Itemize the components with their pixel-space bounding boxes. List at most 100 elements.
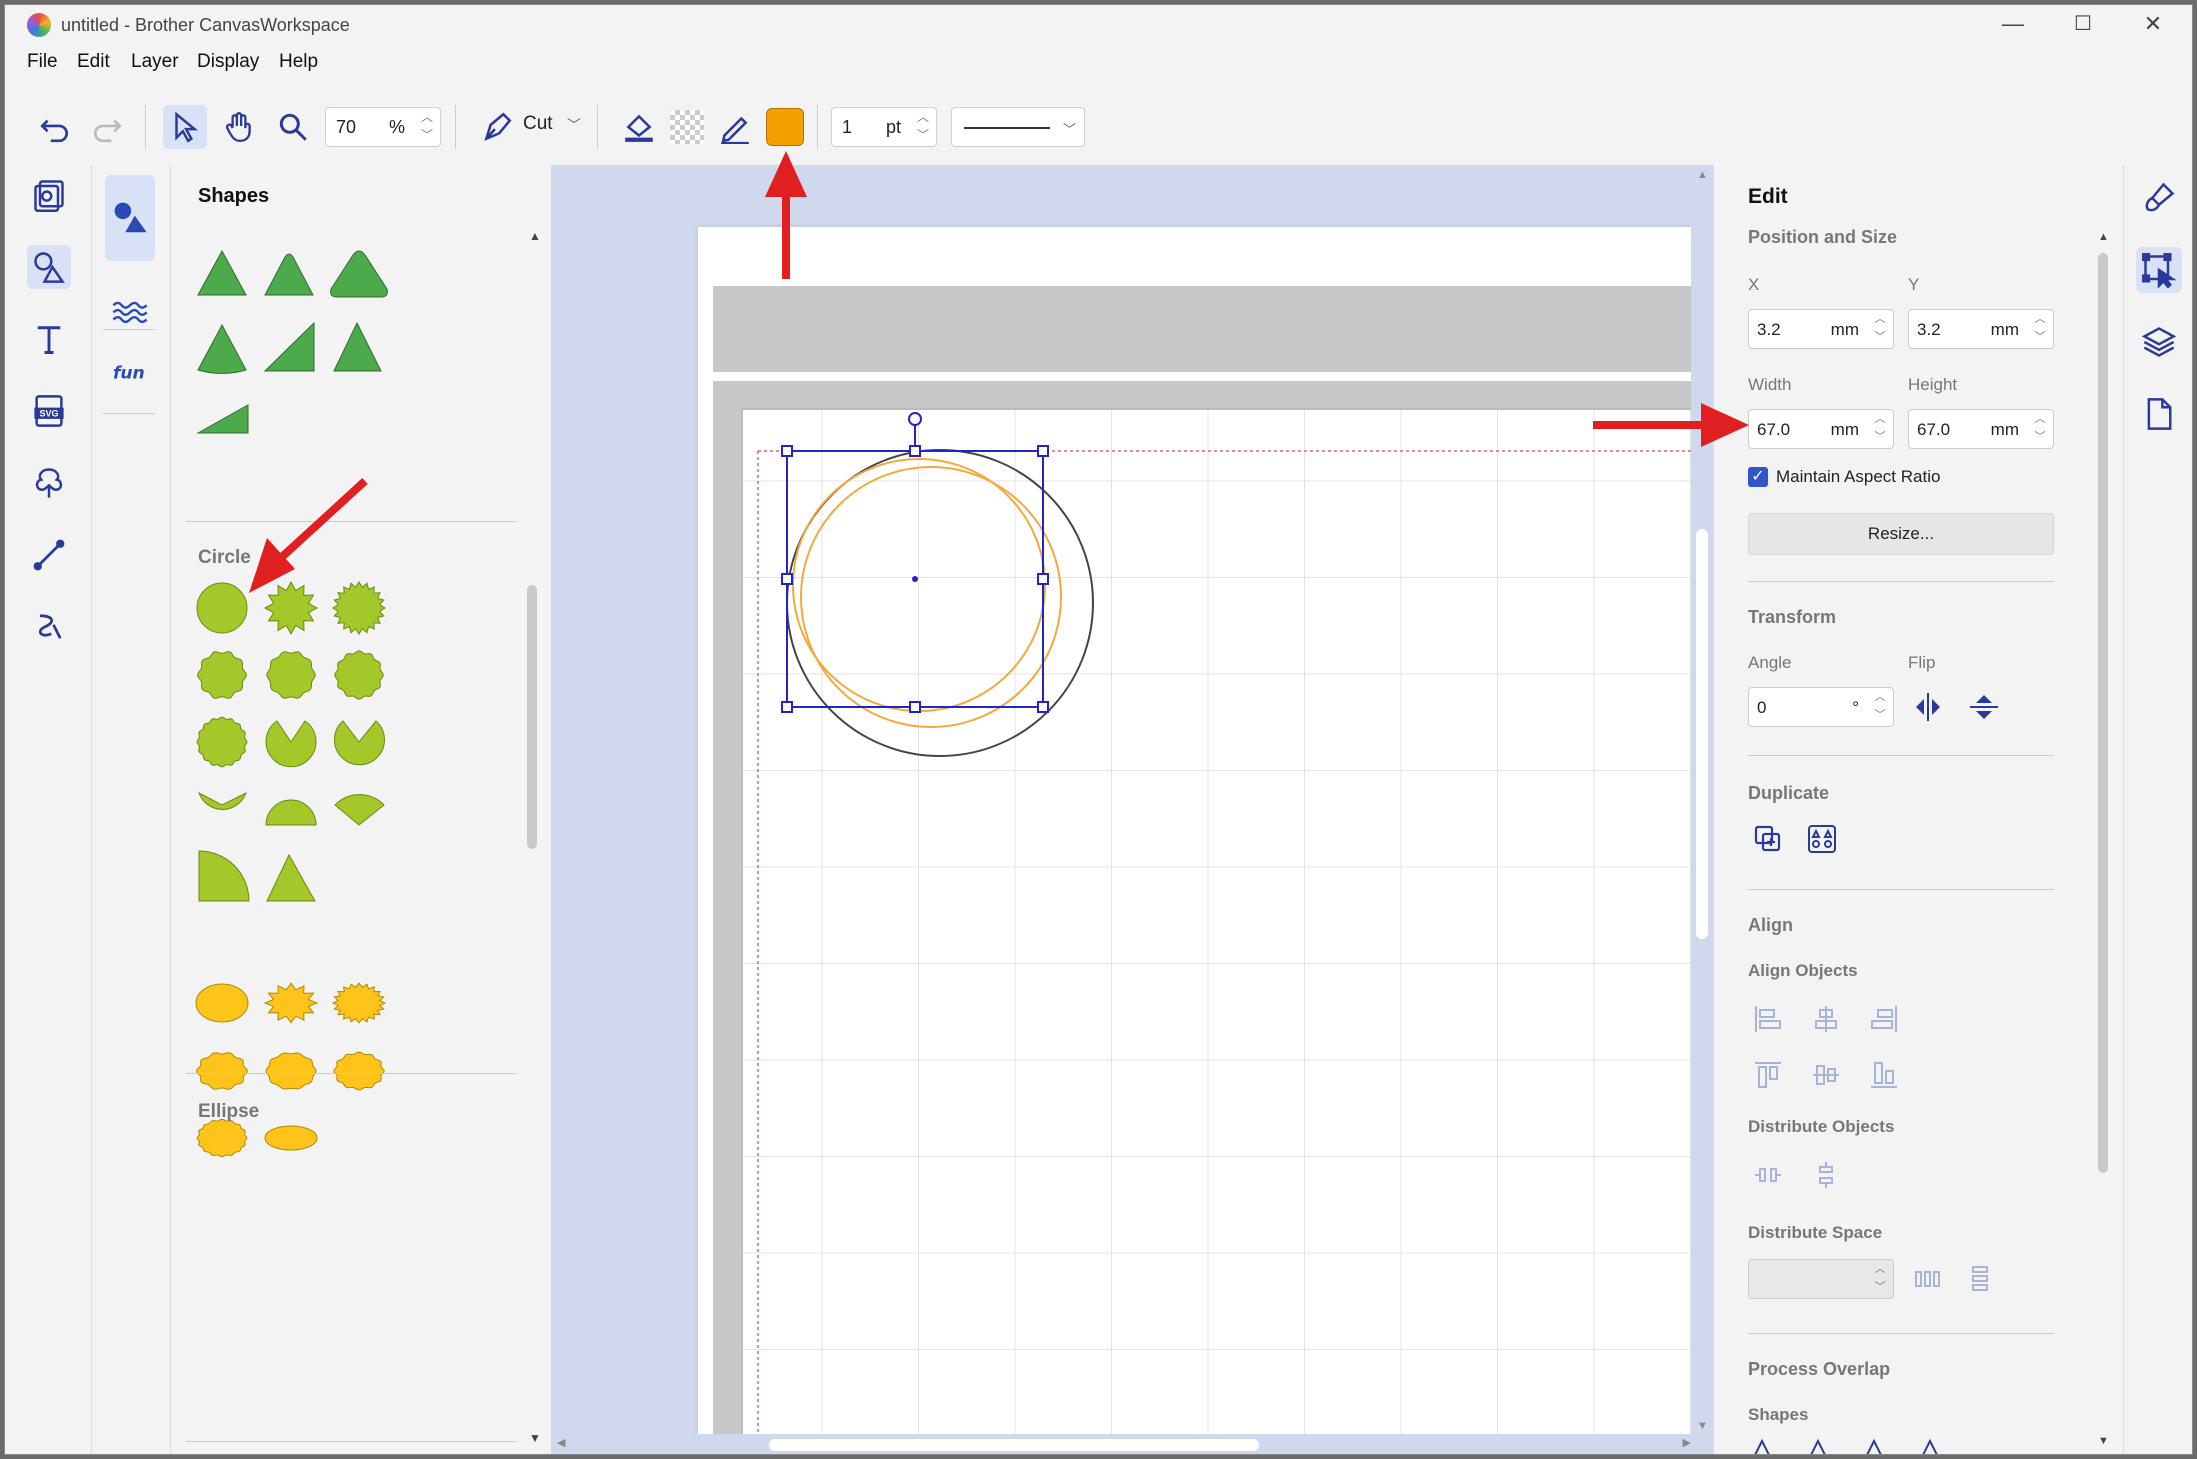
align-bottom-icon[interactable] — [1864, 1055, 1904, 1095]
fine-scallop-ellipse-shape[interactable] — [196, 1118, 248, 1158]
scalloped-ellipse-shape[interactable] — [196, 1052, 248, 1090]
angle-spin-arrows-icon[interactable]: ︿ ﹀ — [1869, 688, 1891, 726]
trace-icon[interactable] — [27, 461, 71, 505]
semicircle-shape[interactable] — [265, 799, 317, 826]
flip-horizontal-icon[interactable] — [1908, 687, 1948, 727]
edit-scroll-down-icon[interactable]: ▼ — [2098, 1435, 2109, 1447]
seal-burst-shape[interactable] — [332, 581, 386, 635]
distribute-space-field[interactable]: ︿ ﹀ — [1748, 1259, 1894, 1299]
minimize-button[interactable]: — — [1983, 9, 2043, 39]
edit-scrollbar-thumb[interactable] — [2098, 253, 2108, 1173]
duplicate-icon[interactable] — [1748, 819, 1788, 859]
ellipse-seal-shape[interactable] — [331, 982, 387, 1024]
line-width-stepper[interactable]: 1 pt ︿ ﹀ — [831, 107, 937, 147]
y-spin-arrows-icon[interactable]: ︿ ﹀ — [2029, 310, 2051, 348]
x-spin-arrows-icon[interactable]: ︿ ﹀ — [1869, 310, 1891, 348]
line-tool-icon[interactable] — [27, 533, 71, 577]
line-width-spin-arrows-icon[interactable]: ︿ ﹀ — [912, 108, 934, 146]
ellipse-shape[interactable] — [195, 983, 249, 1023]
menu-layer[interactable]: Layer — [131, 51, 179, 73]
space-horizontal-icon[interactable] — [1908, 1259, 1948, 1299]
close-button[interactable]: ✕ — [2123, 9, 2183, 39]
distribute-space-spin-arrows-icon[interactable]: ︿ ﹀ — [1869, 1260, 1891, 1298]
hand-tool-icon[interactable] — [217, 105, 261, 149]
cut-pen-icon[interactable] — [475, 105, 519, 149]
templates-icon[interactable] — [27, 173, 71, 217]
paint-brush-icon[interactable] — [2136, 175, 2182, 221]
pacman-2-shape[interactable] — [334, 720, 385, 766]
distribute-horizontal-icon[interactable] — [1748, 1155, 1788, 1195]
flip-vertical-icon[interactable] — [1964, 687, 2004, 727]
edit-object-icon[interactable] — [2136, 247, 2182, 293]
scalloped-circle-shape[interactable] — [197, 651, 247, 699]
quarter-circle-shape[interactable] — [198, 850, 250, 902]
page-settings-icon[interactable] — [2136, 391, 2182, 437]
redo-icon[interactable] — [85, 105, 129, 149]
svg-import-icon[interactable]: SVG — [27, 389, 71, 433]
soft-triangle-shape[interactable] — [330, 250, 388, 298]
align-top-icon[interactable] — [1748, 1055, 1788, 1095]
scalloped-ellipse-3-shape[interactable] — [333, 1051, 385, 1091]
scalloped-ellipse-2-shape[interactable] — [265, 1052, 317, 1090]
width-spin-arrows-icon[interactable]: ︿ ﹀ — [1869, 410, 1891, 448]
v-scroll-thumb[interactable] — [1696, 529, 1708, 939]
space-vertical-icon[interactable] — [1960, 1259, 2000, 1299]
height-spin-arrows-icon[interactable]: ︿ ﹀ — [2029, 410, 2051, 448]
menu-edit[interactable]: Edit — [77, 51, 110, 73]
process-overlap-icons[interactable] — [1748, 1435, 1978, 1455]
y-field[interactable]: 3.2 mm ︿ ﹀ — [1908, 309, 2054, 349]
shapes-scrollbar-thumb[interactable] — [527, 585, 537, 849]
angle-field[interactable]: 0 ° ︿ ﹀ — [1748, 687, 1894, 727]
freehand-tool-icon[interactable] — [27, 605, 71, 649]
ellipse-burst-shape[interactable] — [263, 982, 319, 1024]
flat-ellipse-shape[interactable] — [264, 1125, 318, 1151]
zoom-stepper[interactable]: 70 % ︿ ﹀ — [325, 107, 441, 147]
chevron-circle-shape[interactable] — [198, 791, 247, 810]
right-triangle-shape[interactable] — [263, 321, 315, 372]
rotate-handle[interactable] — [908, 412, 922, 426]
scalloped-circle-2-shape[interactable] — [266, 651, 316, 699]
distribute-vertical-icon[interactable] — [1806, 1155, 1846, 1195]
align-middle-icon[interactable] — [1806, 1055, 1846, 1095]
edit-scroll-up-icon[interactable]: ▲ — [2098, 231, 2109, 243]
design-canvas[interactable]: ◀ ▶ ▲ ▼ — [551, 165, 1713, 1454]
patterns-icon[interactable] — [105, 285, 155, 335]
resize-button[interactable]: Resize... — [1748, 513, 2054, 555]
h-scroll-thumb[interactable] — [769, 1439, 1259, 1451]
curved-triangle-shape[interactable] — [197, 323, 247, 374]
line-color-swatch[interactable] — [763, 105, 807, 149]
align-left-icon[interactable] — [1748, 999, 1788, 1039]
basic-shapes-icon[interactable] — [105, 175, 155, 261]
triangle-shape[interactable] — [197, 249, 247, 296]
aspect-ratio-checkbox[interactable]: ✓ — [1748, 467, 1768, 487]
align-right-icon[interactable] — [1864, 999, 1904, 1039]
shapes-scroll-down-icon[interactable]: ▼ — [529, 1431, 541, 1445]
shapes-scroll-up-icon[interactable]: ▲ — [529, 229, 541, 243]
line-style-select[interactable]: ﹀ — [951, 107, 1085, 147]
orange-circle-object[interactable] — [800, 466, 1062, 728]
select-tool-icon[interactable] — [163, 105, 207, 149]
width-field[interactable]: 67.0 mm ︿ ﹀ — [1748, 409, 1894, 449]
tall-triangle-shape[interactable] — [333, 321, 382, 372]
transparent-fill-icon[interactable] — [665, 105, 709, 149]
scalloped-circle-3-shape[interactable] — [334, 650, 384, 700]
align-center-icon[interactable] — [1806, 999, 1846, 1039]
segment-shape[interactable] — [334, 794, 385, 826]
fill-bucket-icon[interactable] — [617, 105, 661, 149]
menu-file[interactable]: File — [27, 51, 58, 73]
mode-label[interactable]: Cut — [523, 113, 553, 135]
circle-sector-shape[interactable] — [266, 853, 316, 902]
fine-scallop-shape[interactable] — [196, 716, 248, 768]
zoom-tool-icon[interactable] — [271, 105, 315, 149]
circle-shape[interactable] — [196, 582, 248, 634]
canvas-horizontal-scrollbar[interactable]: ◀ ▶ — [551, 1434, 1697, 1454]
x-field[interactable]: 3.2 mm ︿ ﹀ — [1748, 309, 1894, 349]
text-tool-icon[interactable] — [27, 317, 71, 361]
multiple-copies-icon[interactable] — [1802, 819, 1842, 859]
zoom-spin-arrows-icon[interactable]: ︿ ﹀ — [416, 108, 438, 146]
height-field[interactable]: 67.0 mm ︿ ﹀ — [1908, 409, 2054, 449]
line-color-pen-icon[interactable] — [713, 105, 757, 149]
maximize-button[interactable]: ☐ — [2053, 9, 2113, 39]
pacman-shape[interactable] — [265, 720, 317, 768]
rounded-triangle-shape[interactable] — [264, 253, 314, 296]
